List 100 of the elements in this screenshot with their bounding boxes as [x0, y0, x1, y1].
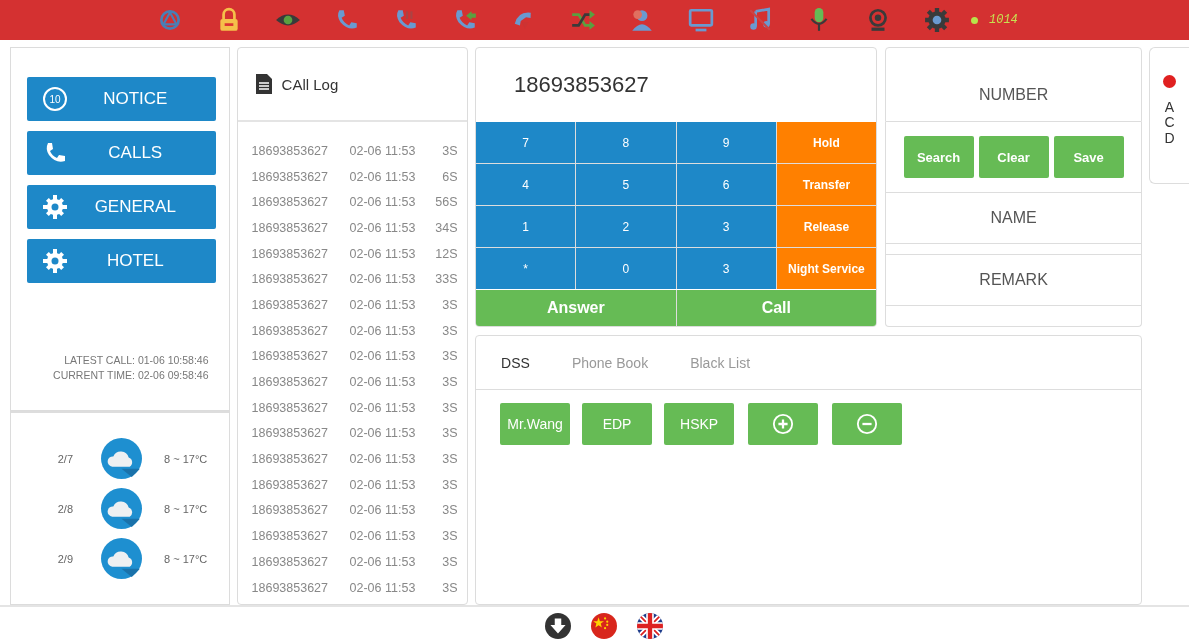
logo-icon[interactable] [157, 7, 183, 33]
remove-button[interactable] [832, 403, 903, 445]
action-button[interactable]: Release [776, 206, 877, 247]
call-number: 18693853627 [251, 220, 330, 235]
acd-tab[interactable]: ACD [1149, 47, 1189, 184]
contact-button[interactable]: Clear [978, 136, 1049, 178]
flag-icon[interactable] [591, 613, 617, 639]
call-duration: 3S [441, 143, 458, 158]
dial-key[interactable]: 4 [476, 164, 576, 205]
dial-key[interactable]: 1 [476, 206, 576, 247]
cloud-icon [101, 488, 142, 529]
action-button[interactable]: Hold [776, 122, 877, 163]
dial-key[interactable]: 7 [476, 122, 576, 163]
call-number: 18693853627 [251, 426, 330, 441]
call-time: 02-06 11:53 [349, 503, 417, 518]
cloud-icon [101, 438, 142, 479]
dial-key[interactable]: 3 [676, 206, 776, 247]
call-duration: 3S [441, 297, 458, 312]
dial-key[interactable]: 6 [676, 164, 776, 205]
weather-date: 2/9 [56, 552, 74, 565]
menu-button[interactable]: CALLS [27, 131, 216, 175]
call-number: 18693853627 [251, 246, 330, 261]
add-button[interactable] [748, 403, 819, 445]
dial-key[interactable]: 2 [576, 206, 676, 247]
dial-key[interactable]: 8 [576, 122, 676, 163]
call-duration: 56S [434, 195, 458, 210]
call-duration: 33S [434, 272, 458, 287]
call-time: 02-06 11:53 [349, 452, 417, 467]
call-duration: 3S [441, 554, 458, 569]
call-time: 02-06 11:53 [349, 195, 417, 210]
call-number: 18693853627 [251, 323, 330, 338]
dial-key[interactable]: 0 [576, 248, 676, 289]
temperature-range: 8 ~ 17°C [164, 502, 208, 515]
call-time: 02-06 11:53 [349, 477, 417, 492]
tab[interactable]: DSS [501, 354, 530, 371]
call-duration: 3S [441, 477, 458, 492]
temperature-range: 8 ~ 17°C [164, 552, 208, 565]
dialed-number: 18693853627 [514, 72, 649, 98]
dial-key[interactable]: 5 [576, 164, 676, 205]
dss-button[interactable]: EDP [582, 403, 653, 445]
call-button[interactable]: Answer [476, 290, 676, 326]
call-time: 02-06 11:53 [349, 554, 417, 569]
dial-key[interactable]: * [476, 248, 576, 289]
contact-button[interactable]: Search [903, 136, 974, 178]
weather-date: 2/8 [56, 502, 74, 515]
remark-field[interactable]: REMARK [885, 254, 1143, 306]
call-time: 02-06 11:53 [349, 220, 417, 235]
menu-button[interactable]: 10 NOTICE [27, 77, 216, 121]
call-time: 02-06 11:53 [349, 169, 417, 184]
flag-icon[interactable] [637, 613, 663, 639]
call-duration: 3S [441, 375, 458, 390]
call-duration: 6S [441, 169, 458, 184]
action-button[interactable]: Night Service [776, 248, 877, 289]
monitor-icon[interactable] [688, 7, 714, 33]
call-time: 02-06 11:53 [349, 375, 417, 390]
name-field[interactable]: NAME [885, 193, 1143, 244]
call-number: 18693853627 [251, 580, 330, 595]
number-field[interactable]: NUMBER [885, 47, 1143, 122]
call-duration: 34S [434, 220, 458, 235]
dial-key[interactable]: 9 [676, 122, 776, 163]
dss-button[interactable]: Mr.Wang [500, 403, 571, 445]
call-number: 18693853627 [251, 529, 330, 544]
music-off-icon[interactable] [747, 7, 773, 33]
menu-button[interactable]: GENERAL [27, 185, 216, 229]
dss-button[interactable]: HSKP [664, 403, 735, 445]
call-duration: 3S [441, 529, 458, 544]
dial-key[interactable]: 3 [676, 248, 776, 289]
tab[interactable]: Black List [690, 354, 751, 371]
gear-icon[interactable] [924, 7, 950, 33]
document-icon [255, 74, 272, 94]
call-number: 18693853627 [251, 195, 330, 210]
call-number: 18693853627 [251, 400, 330, 415]
current-time: CURRENT TIME: 02-06 09:58:46 [53, 369, 209, 381]
call-time: 02-06 11:53 [349, 272, 417, 287]
call-number: 18693853627 [251, 452, 330, 467]
gear-icon [43, 195, 67, 219]
cloud-icon [101, 538, 142, 579]
download-icon[interactable] [545, 613, 571, 639]
call-time: 02-06 11:53 [349, 349, 417, 364]
call-number: 18693853627 [251, 554, 330, 569]
call-duration: 3S [441, 452, 458, 467]
contact-button[interactable]: Save [1053, 136, 1124, 178]
call-button[interactable]: Call [676, 290, 877, 326]
call-number: 18693853627 [251, 349, 330, 364]
tab[interactable]: Phone Book [571, 354, 649, 371]
call-number: 18693853627 [251, 477, 330, 492]
call-number: 18693853627 [251, 169, 330, 184]
menu-button[interactable]: HOTEL [27, 239, 216, 283]
call-duration: 3S [441, 400, 458, 415]
action-button[interactable]: Transfer [776, 164, 877, 205]
temperature-range: 8 ~ 17°C [164, 452, 208, 465]
plus-icon [772, 413, 795, 435]
call-number: 18693853627 [251, 297, 330, 312]
call-time: 02-06 11:53 [349, 580, 417, 595]
call-duration: 3S [441, 426, 458, 441]
call-number: 18693853627 [251, 272, 330, 287]
call-time: 02-06 11:53 [349, 297, 417, 312]
minus-icon [856, 413, 879, 435]
extension-number: 1014 [989, 13, 1018, 27]
call-time: 02-06 11:53 [349, 143, 417, 158]
